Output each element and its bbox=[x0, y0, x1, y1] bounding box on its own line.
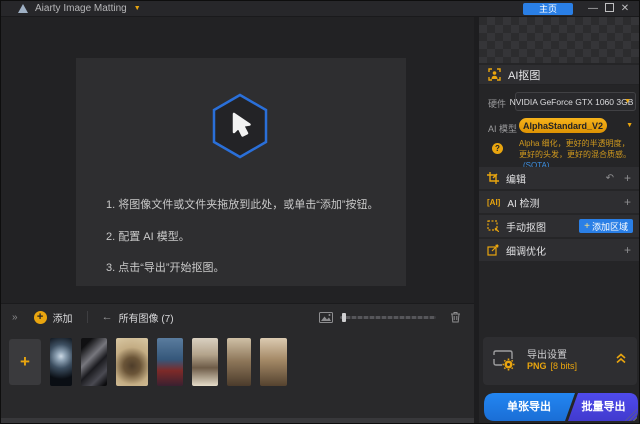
ai-matting-icon bbox=[488, 68, 501, 81]
home-button[interactable]: 主页 bbox=[523, 2, 573, 15]
thumbnail-jellyfish[interactable] bbox=[50, 338, 72, 386]
model-label: AI 模型 bbox=[488, 124, 518, 134]
ai-matting-section-header[interactable]: AI抠图 bbox=[479, 65, 639, 85]
ai-matting-title: AI抠图 bbox=[508, 69, 541, 82]
expand-plus-icon[interactable]: + bbox=[624, 244, 631, 256]
transparency-preview bbox=[479, 17, 639, 63]
app-logo-icon bbox=[18, 4, 28, 13]
sidebar: AI抠图 硬件 NVIDIA GeForce GTX 1060 3GB ▼ AI… bbox=[479, 17, 639, 423]
all-images-label[interactable]: 所有图像 (7) bbox=[119, 310, 174, 325]
collapse-up-icon[interactable] bbox=[615, 352, 627, 364]
slider-handle[interactable] bbox=[342, 312, 346, 322]
export-buttons: 单张导出 批量导出 bbox=[483, 393, 639, 421]
hexagon-cursor-icon bbox=[210, 92, 270, 160]
batch-export-button[interactable]: 批量导出 bbox=[568, 393, 639, 421]
thumbnail-woman-floral-1[interactable] bbox=[227, 338, 251, 386]
expand-plus-icon[interactable]: + bbox=[624, 196, 631, 208]
export-format: PNG [8 bits] bbox=[527, 361, 578, 371]
collapse-panel-icon[interactable]: » bbox=[12, 312, 18, 323]
thumbnail-bicycle-flowers[interactable] bbox=[116, 338, 148, 386]
model-description-row: ? Alpha 细化，更好的半透明度， 更好的头发，更好的混合质感。(SOTA) bbox=[479, 138, 639, 170]
section-ai-detect-label: AI 检测 bbox=[507, 198, 540, 210]
add-region-label: 添加区域 bbox=[591, 221, 628, 232]
close-button[interactable]: ✕ bbox=[617, 1, 633, 17]
plus-icon: + bbox=[584, 220, 590, 232]
hardware-value: NVIDIA GeForce GTX 1060 3GB bbox=[509, 96, 634, 107]
separator bbox=[86, 311, 88, 323]
minimize-button[interactable]: — bbox=[585, 1, 601, 17]
export-settings-icon bbox=[493, 350, 515, 371]
titlebar: Aiarty Image Matting ▼ 主页 — ✕ bbox=[1, 1, 639, 17]
hardware-dropdown[interactable]: NVIDIA GeForce GTX 1060 3GB ▼ bbox=[510, 92, 636, 111]
section-manual-matting-label: 手动抠图 bbox=[506, 222, 546, 234]
thumbnail-dark-abstract[interactable] bbox=[81, 338, 107, 386]
export-settings-title: 导出设置 bbox=[527, 350, 567, 361]
thumbnail-size-slider[interactable] bbox=[340, 312, 436, 322]
bottom-panel: » + 添加 ← 所有图像 (7) + bbox=[1, 303, 474, 423]
thumbnail-woman-red-dress-forest[interactable] bbox=[157, 338, 183, 386]
add-thumbnail-tile[interactable]: + bbox=[9, 339, 41, 385]
hardware-row: 硬件 NVIDIA GeForce GTX 1060 3GB ▼ bbox=[479, 92, 639, 111]
section-refine[interactable]: 细调优化 + bbox=[479, 239, 639, 261]
section-ai-detect[interactable]: [AI] AI 检测 + bbox=[479, 191, 639, 213]
thumbnail-woman-floral-2[interactable] bbox=[260, 338, 287, 386]
section-manual-matting[interactable]: 手动抠图 + 添加区域 bbox=[479, 215, 639, 237]
export-bits: [8 bits] bbox=[550, 361, 578, 371]
single-export-button[interactable]: 单张导出 bbox=[483, 393, 575, 421]
undo-icon[interactable]: ↶ bbox=[606, 173, 614, 184]
window-bottom-edge bbox=[1, 418, 475, 423]
chevron-down-icon[interactable]: ▼ bbox=[134, 5, 141, 12]
plus-circle-icon: + bbox=[33, 310, 47, 324]
bottom-toolbar: » + 添加 ← 所有图像 (7) bbox=[1, 304, 474, 330]
section-refine-label: 细调优化 bbox=[506, 246, 546, 258]
manual-select-icon bbox=[487, 220, 499, 232]
export-settings-card[interactable]: 导出设置 PNG [8 bits] bbox=[483, 337, 637, 385]
model-desc-line1: Alpha 细化，更好的半透明度， bbox=[519, 139, 630, 148]
model-row: AI 模型 AlphaStandard_V2 ▼ bbox=[479, 118, 639, 134]
chevron-down-icon: ▼ bbox=[624, 98, 631, 105]
add-region-button[interactable]: + 添加区域 bbox=[579, 219, 633, 233]
section-edit-label: 编辑 bbox=[506, 174, 526, 186]
section-edit[interactable]: 编辑 ↶ + bbox=[479, 167, 639, 189]
canvas-area: 1. 将图像文件或文件夹拖放到此处，或单击“添加”按钮。 2. 配置 AI 模型… bbox=[1, 17, 474, 303]
tool-sections: 编辑 ↶ + [AI] AI 检测 + 手动抠图 + 添加区域 细调优化 + bbox=[479, 167, 639, 263]
thumbnail-strip: + bbox=[9, 335, 287, 389]
back-arrow-icon[interactable]: ← bbox=[102, 311, 113, 323]
edit-crop-icon bbox=[487, 172, 499, 184]
help-icon[interactable]: ? bbox=[492, 143, 503, 154]
maximize-button[interactable] bbox=[601, 1, 617, 17]
drop-zone[interactable]: 1. 将图像文件或文件夹拖放到此处，或单击“添加”按钮。 2. 配置 AI 模型… bbox=[76, 58, 406, 286]
instruction-line-3: 3. 点击“导出”开始抠图。 bbox=[106, 262, 225, 274]
picture-icon bbox=[319, 311, 333, 323]
thumbnail-woman-bouquet[interactable] bbox=[192, 338, 218, 386]
instruction-line-2: 2. 配置 AI 模型。 bbox=[106, 231, 190, 243]
add-label: 添加 bbox=[52, 313, 73, 325]
model-select-pill[interactable]: AlphaStandard_V2 bbox=[519, 118, 607, 133]
ai-detect-icon: [AI] bbox=[487, 197, 501, 207]
app-title: Aiarty Image Matting bbox=[35, 3, 127, 14]
refine-icon bbox=[487, 244, 499, 256]
trash-icon[interactable] bbox=[450, 311, 461, 323]
app-window: Aiarty Image Matting ▼ 主页 — ✕ 1. 将图像文件或文… bbox=[0, 0, 640, 424]
expand-plus-icon[interactable]: + bbox=[624, 172, 631, 184]
model-desc-line2: 更好的头发，更好的混合质感。 bbox=[519, 150, 631, 159]
hardware-label: 硬件 bbox=[488, 99, 507, 109]
chevron-down-icon[interactable]: ▼ bbox=[626, 122, 633, 129]
add-images-button[interactable]: + 添加 bbox=[33, 310, 73, 325]
instruction-line-1: 1. 将图像文件或文件夹拖放到此处，或单击“添加”按钮。 bbox=[106, 199, 379, 211]
